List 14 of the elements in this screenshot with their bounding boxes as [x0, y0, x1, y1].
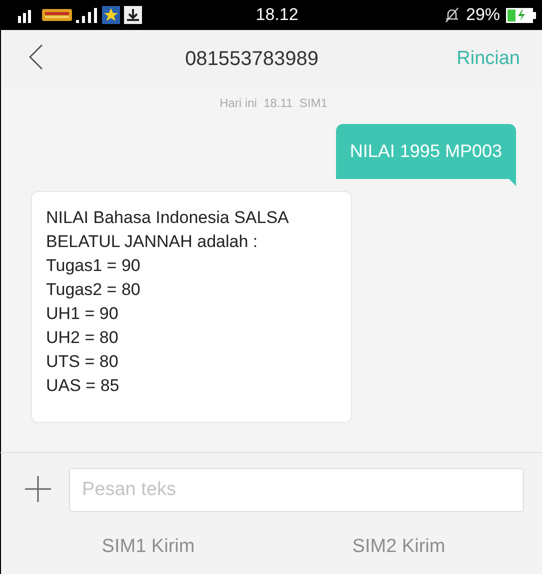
details-link[interactable]: Rincian: [456, 44, 520, 74]
signal-icon: [76, 7, 98, 23]
muted-bell-icon: [444, 7, 460, 23]
clock-time: 18.12: [256, 5, 298, 24]
contact-number: 081553783989: [184, 48, 320, 70]
sent-message-bubble: NILAI 1995 MP003: [336, 124, 516, 186]
date-label: Hari ini 18.11 SIM1: [220, 96, 328, 110]
received-message-bubble: NILAI Bahasa Indonesia SALSA BELATUL JANNAH adalah : Tugas1 = 90 Tugas2 = 80 UH1 = 90 UH2 = 80 UTS = 80 UAS = 85: [31, 191, 352, 423]
message-input-field[interactable]: Pesan teks: [69, 468, 524, 512]
carrier-icon: [42, 7, 72, 23]
battery-percent: 29%: [466, 5, 500, 25]
battery-charging-icon: [506, 8, 536, 22]
star-icon: [102, 6, 120, 24]
download-icon: [124, 6, 142, 24]
